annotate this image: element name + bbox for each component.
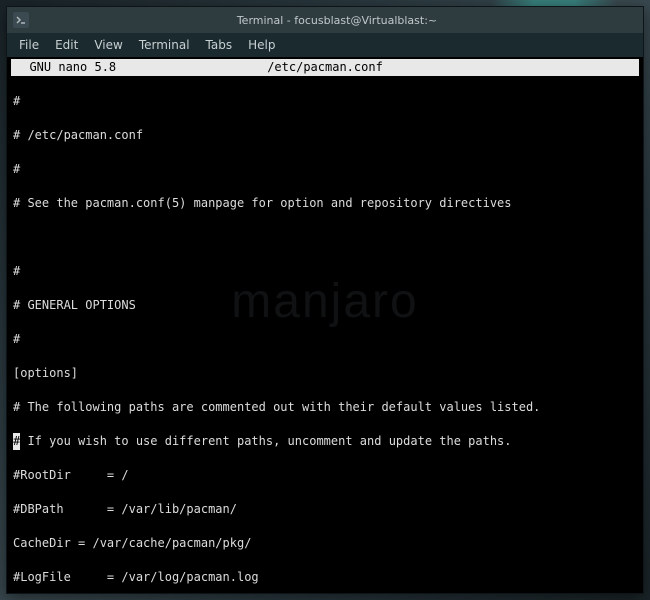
nano-titlebar: GNU nano 5.8 /etc/pacman.conf: [11, 59, 639, 76]
file-line: #RootDir = /: [13, 467, 637, 484]
file-line: #: [13, 263, 637, 280]
file-content[interactable]: # # /etc/pacman.conf # # See the pacman.…: [11, 76, 639, 593]
file-line: # /etc/pacman.conf: [13, 127, 637, 144]
nano-filename: /etc/pacman.conf: [116, 59, 534, 76]
menu-file[interactable]: File: [19, 38, 39, 52]
file-line: # See the pacman.conf(5) manpage for opt…: [13, 195, 637, 212]
file-line: # GENERAL OPTIONS: [13, 297, 637, 314]
nano-version: GNU nano 5.8: [15, 59, 116, 76]
menu-terminal[interactable]: Terminal: [139, 38, 190, 52]
file-line: #LogFile = /var/log/pacman.log: [13, 569, 637, 586]
file-line: #: [13, 161, 637, 178]
menu-help[interactable]: Help: [248, 38, 275, 52]
file-line: # If you wish to use different paths, un…: [13, 433, 637, 450]
file-line: [options]: [13, 365, 637, 382]
menubar: File Edit View Terminal Tabs Help: [7, 33, 643, 57]
file-line: CacheDir = /var/cache/pacman/pkg/: [13, 535, 637, 552]
menu-tabs[interactable]: Tabs: [206, 38, 233, 52]
menu-view[interactable]: View: [94, 38, 122, 52]
file-line: #: [13, 331, 637, 348]
file-line: # The following paths are commented out …: [13, 399, 637, 416]
terminal-viewport[interactable]: manjaro GNU nano 5.8 /etc/pacman.conf # …: [7, 57, 643, 593]
window-titlebar[interactable]: Terminal - focusblast@Virtualblast:~: [7, 7, 643, 33]
terminal-window: Terminal - focusblast@Virtualblast:~ Fil…: [6, 6, 644, 594]
file-line: #: [13, 93, 637, 110]
file-line: [13, 229, 637, 246]
menu-edit[interactable]: Edit: [55, 38, 78, 52]
terminal-app-icon: [13, 12, 29, 28]
file-line: #DBPath = /var/lib/pacman/: [13, 501, 637, 518]
window-title: Terminal - focusblast@Virtualblast:~: [37, 14, 637, 27]
